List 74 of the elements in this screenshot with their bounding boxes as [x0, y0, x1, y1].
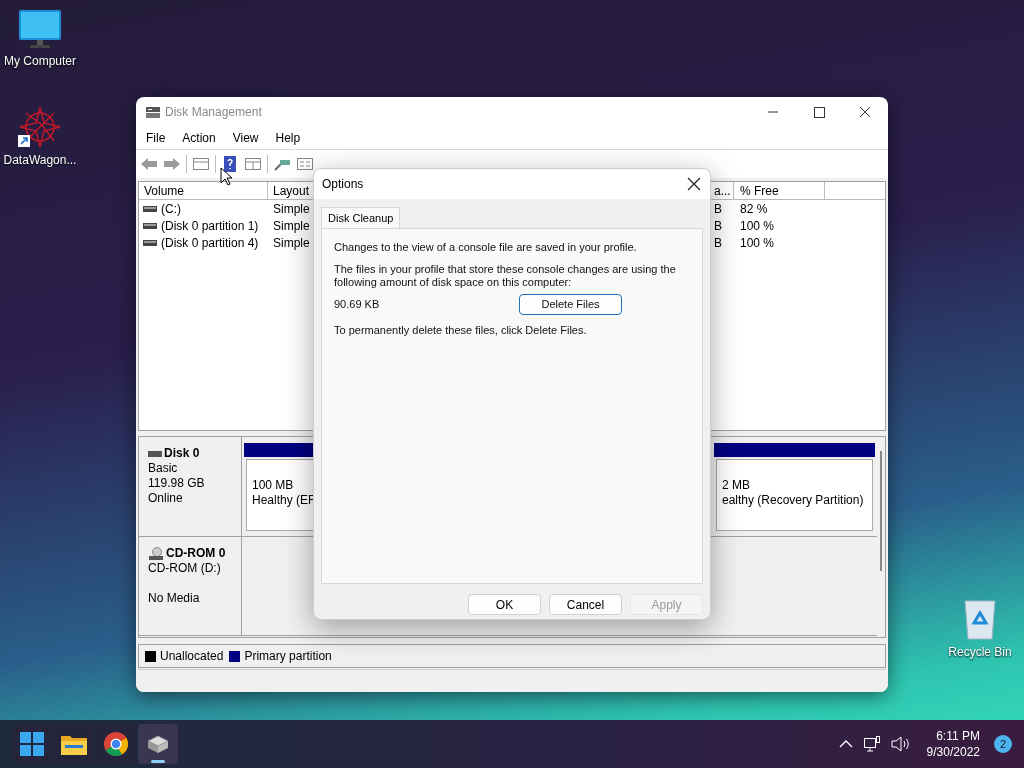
desktop-icon-label[interactable]: My Computer — [4, 52, 76, 70]
disk-type: CD-ROM (D:) — [148, 561, 222, 576]
table-cell-text: Simple — [272, 200, 311, 218]
table-cell-text: (C:) — [161, 200, 181, 218]
delete-files-button[interactable]: Delete Files — [519, 294, 622, 315]
disk-status: No Media — [148, 591, 201, 606]
disk-name: CD-ROM 0 — [166, 546, 226, 561]
taskbar-app-button[interactable] — [96, 724, 136, 764]
info-text: To permanently delete these files, click Delete Files. — [334, 324, 588, 337]
window-title: Disk Management — [165, 104, 262, 121]
properties-icon[interactable] — [296, 156, 314, 172]
disk-size: 119.98 GB — [148, 476, 206, 491]
drive-icon — [143, 204, 157, 213]
back-arrow-icon[interactable] — [140, 156, 158, 172]
legend-label: Unallocated — [160, 648, 224, 665]
clock-time[interactable]: 6:11 PM — [936, 728, 980, 744]
drive-icon — [143, 238, 157, 247]
speaker-icon[interactable] — [890, 736, 911, 752]
folder-icon[interactable] — [61, 733, 87, 755]
close-icon[interactable] — [687, 177, 701, 191]
windows-logo-icon[interactable] — [20, 732, 44, 756]
column-header[interactable]: a... — [714, 182, 734, 199]
disk-space-value: 90.69 KB — [334, 298, 381, 311]
partition-box[interactable]: 2 MB ealthy (Recovery Partition) — [716, 459, 873, 531]
chevron-up-icon[interactable] — [838, 739, 853, 749]
table-cell-text: (Disk 0 partition 1) — [161, 217, 259, 235]
notification-badge[interactable]: 2 — [994, 735, 1012, 753]
panel-icon[interactable] — [192, 156, 210, 172]
table-cell-text: Simple — [272, 234, 311, 252]
column-header[interactable]: Layout — [268, 182, 316, 199]
table-cell-text: Simple — [272, 217, 311, 235]
help-icon[interactable] — [221, 156, 239, 172]
table-cell-text: 100 % — [739, 217, 776, 235]
taskbar-app-button[interactable] — [138, 724, 178, 764]
table-cell-text: B — [714, 234, 723, 252]
partition-size: 2 MB — [722, 478, 751, 493]
disk-type: Basic — [148, 461, 179, 476]
legend-label: Primary partition — [244, 648, 332, 665]
disk-app-icon — [145, 105, 161, 119]
dialog-button[interactable]: OK — [468, 594, 541, 615]
partition-size: 100 MB — [252, 478, 295, 493]
disk-name: Disk 0 — [164, 446, 200, 461]
network-icon[interactable] — [862, 736, 881, 752]
column-header[interactable]: % Free — [734, 182, 825, 199]
info-text: The files in your profile that store these console changes are using the following amount of disk space on this computer: — [334, 263, 677, 289]
disk-app-icon[interactable] — [146, 733, 170, 755]
menu-item[interactable]: Action — [182, 129, 216, 147]
monitor-icon — [18, 8, 62, 50]
dialog-button[interactable]: Cancel — [549, 594, 622, 615]
table-cell-text: 100 % — [739, 234, 776, 252]
disk-status: Online — [148, 491, 184, 506]
dialog-title: Options — [322, 176, 364, 193]
taskbar-app-button[interactable] — [54, 724, 94, 764]
table-cell-text: 82 % — [739, 200, 769, 218]
info-text: Changes to the view of a console file are saved in your profile. — [334, 241, 638, 254]
clock-date[interactable]: 9/30/2022 — [926, 744, 980, 760]
table-cell-text: B — [714, 217, 723, 235]
browser-icon[interactable] — [104, 732, 128, 756]
drive-icon — [143, 221, 157, 230]
desktop-icon-label[interactable]: DataWagon... — [3, 151, 77, 169]
dialog-tab[interactable]: Disk Cleanup — [321, 207, 401, 228]
taskbar-app-button[interactable] — [12, 724, 52, 764]
forward-arrow-icon[interactable] — [163, 156, 181, 172]
active-indicator — [151, 760, 165, 763]
drive-icon — [148, 449, 162, 458]
table-cell-text: (Disk 0 partition 4) — [161, 234, 259, 252]
panel-icon[interactable] — [244, 156, 262, 172]
scrollbar-thumb[interactable] — [880, 451, 882, 571]
partition-status: ealthy (Recovery Partition) — [722, 493, 865, 508]
menu-item[interactable]: File — [146, 129, 166, 147]
menu-item[interactable]: Help — [275, 129, 301, 147]
cd-drive-icon — [148, 546, 164, 561]
menu-item[interactable]: View — [232, 129, 259, 147]
table-cell-text: B — [714, 200, 723, 218]
